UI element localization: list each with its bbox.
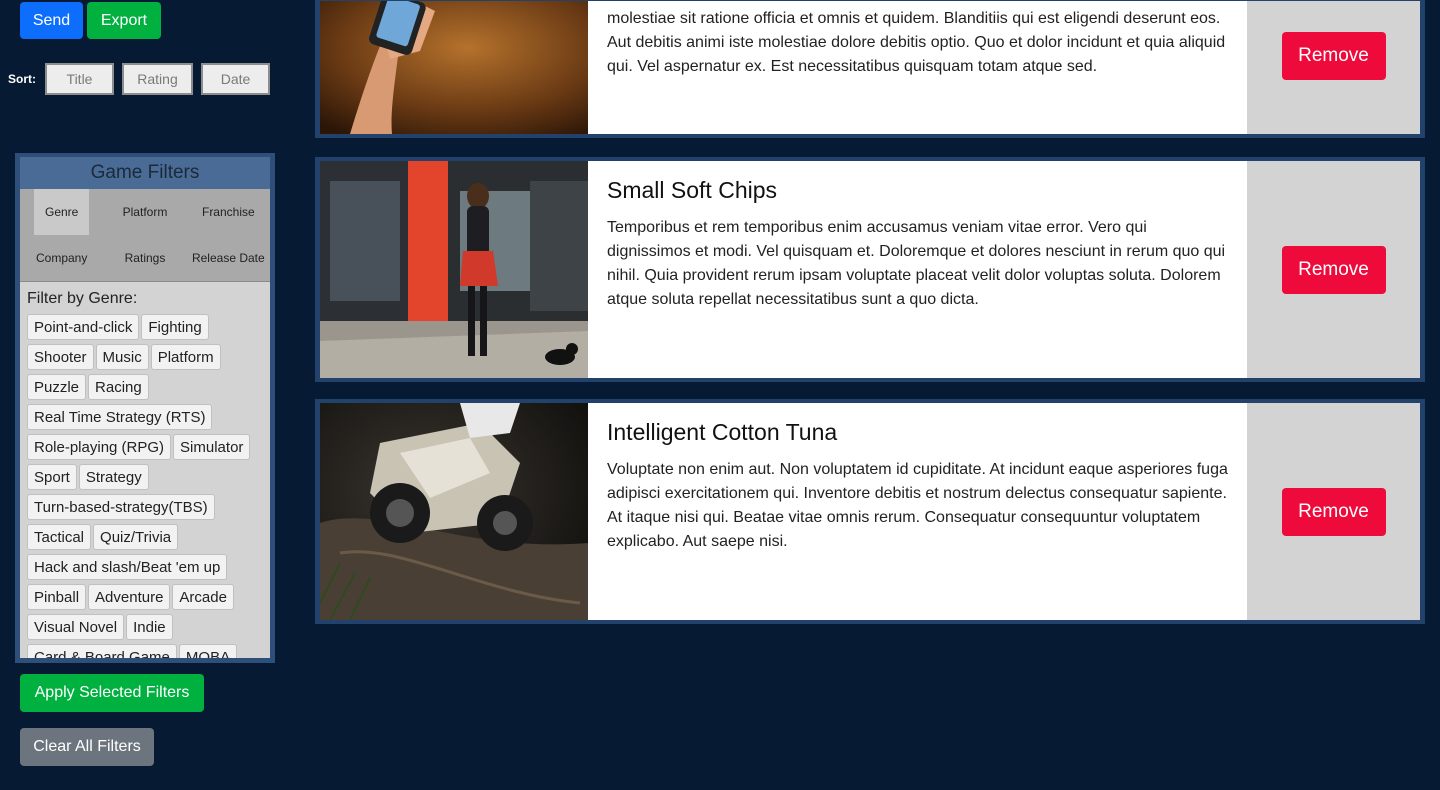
genre-chip[interactable]: Strategy: [78, 464, 149, 490]
genre-chip[interactable]: Sport: [27, 464, 77, 490]
game-title: Intelligent Cotton Tuna: [607, 419, 838, 445]
genre-chip[interactable]: Platform: [150, 344, 221, 370]
game-description: Voluptate non enim aut. Non voluptatem i…: [607, 461, 1228, 550]
game-card: Small Soft Chips Temporibus et rem tempo…: [315, 157, 1425, 382]
tab-release-date[interactable]: Release Date: [187, 235, 270, 281]
genre-chip[interactable]: Turn-based-strategy(TBS): [27, 494, 215, 520]
genre-chip[interactable]: Real Time Strategy (RTS): [27, 404, 213, 430]
genre-chip[interactable]: Puzzle: [27, 374, 87, 400]
genre-chip[interactable]: Shooter: [27, 344, 94, 370]
tab-company[interactable]: Company: [20, 235, 103, 281]
genre-chip[interactable]: Visual Novel: [27, 614, 125, 640]
sort-rating-button[interactable]: Rating: [122, 63, 193, 95]
game-title: Small Soft Chips: [607, 177, 778, 203]
genre-chip[interactable]: MOBA: [178, 644, 238, 658]
clear-filters-button[interactable]: Clear All Filters: [20, 728, 154, 766]
send-button[interactable]: Send: [20, 2, 83, 39]
game-filters-content[interactable]: Game Filters Genre Platform Franchise Co…: [20, 157, 270, 658]
genre-chip[interactable]: Adventure: [88, 584, 171, 610]
game-card-actions: Remove: [1247, 403, 1420, 620]
genre-chip[interactable]: Simulator: [173, 434, 251, 460]
game-image: [320, 161, 588, 378]
genre-chip[interactable]: Arcade: [172, 584, 234, 610]
genre-chip[interactable]: Point-and-click: [27, 314, 140, 340]
genre-chip[interactable]: Pinball: [27, 584, 87, 610]
genre-chip[interactable]: Quiz/Trivia: [93, 524, 179, 550]
sort-title-button[interactable]: Title: [45, 63, 114, 95]
game-image: [320, 403, 588, 620]
genre-chip[interactable]: Tactical: [27, 524, 92, 550]
game-card-body: Intelligent Cotton Tuna Voluptate non en…: [588, 403, 1247, 620]
apply-filters-button[interactable]: Apply Selected Filters: [20, 674, 204, 712]
game-card-body: Small Soft Chips Temporibus et rem tempo…: [588, 161, 1247, 378]
remove-button[interactable]: Remove: [1281, 31, 1386, 80]
sort-date-button[interactable]: Date: [201, 63, 270, 95]
genre-chip[interactable]: Racing: [88, 374, 149, 400]
game-card: Intelligent Cotton Tuna Voluptate non en…: [315, 399, 1425, 624]
game-image: [320, 1, 588, 134]
genre-chip[interactable]: Fighting: [141, 314, 209, 340]
remove-button[interactable]: Remove: [1281, 487, 1386, 536]
genre-chip[interactable]: Role-playing (RPG): [27, 434, 172, 460]
filter-by-genre-label: Filter by Genre:: [27, 290, 138, 307]
game-card-actions: Remove: [1247, 1, 1420, 134]
game-card-actions: Remove: [1247, 161, 1420, 378]
remove-button[interactable]: Remove: [1281, 245, 1386, 294]
sort-label: Sort:: [8, 72, 36, 86]
game-card: molestiae sit ratione officia et omnis e…: [315, 0, 1425, 138]
genre-chip[interactable]: Hack and slash/Beat 'em up: [27, 554, 228, 580]
game-description: Temporibus et rem temporibus enim accusa…: [607, 219, 1226, 308]
filter-tabs: Genre Platform Franchise Company Ratings…: [20, 189, 270, 282]
tab-ratings[interactable]: Ratings: [103, 235, 186, 281]
filters-header: Game Filters: [20, 157, 270, 189]
export-button[interactable]: Export: [87, 2, 161, 39]
game-description: molestiae sit ratione officia et omnis e…: [607, 10, 1226, 75]
game-filters-panel: Game Filters Genre Platform Franchise Co…: [15, 153, 275, 663]
tab-franchise[interactable]: Franchise: [187, 189, 270, 235]
tab-platform[interactable]: Platform: [103, 189, 186, 235]
game-card-body: molestiae sit ratione officia et omnis e…: [588, 1, 1247, 134]
tab-genre[interactable]: Genre: [34, 189, 90, 235]
genre-chip[interactable]: Indie: [126, 614, 173, 640]
genre-chip[interactable]: Music: [95, 344, 149, 370]
genre-chip[interactable]: Card & Board Game: [27, 644, 177, 658]
genre-chip-list: Point-and-click Fighting Shooter Music Platf…: [20, 314, 270, 658]
